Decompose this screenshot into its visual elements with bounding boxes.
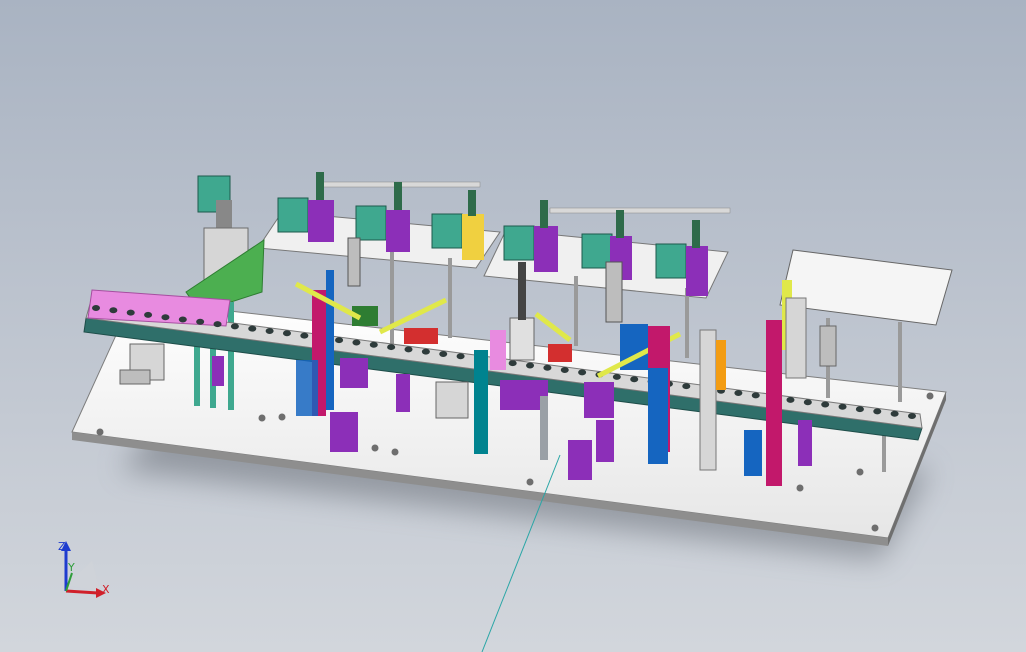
conveyor-roller <box>908 413 916 419</box>
conveyor-roller <box>630 376 639 383</box>
conveyor-roller <box>265 327 274 334</box>
conveyor-roller <box>92 305 100 311</box>
conveyor-roller <box>213 321 222 328</box>
conveyor-roller <box>578 369 587 376</box>
conveyor-roller <box>230 323 239 330</box>
conveyor-roller <box>300 332 309 339</box>
triad-x-label: X <box>102 583 110 596</box>
conveyor-roller <box>560 367 569 374</box>
conveyor-roller <box>352 339 361 346</box>
conveyor-roller <box>612 373 621 380</box>
conveyor-roller <box>248 325 257 332</box>
triad-y-label: Y <box>67 561 75 574</box>
conveyor-roller <box>335 337 344 344</box>
conveyor-roller <box>543 364 552 371</box>
conveyor-roller <box>821 401 830 408</box>
conveyor-roller <box>387 344 396 351</box>
conveyor-roller <box>178 316 187 323</box>
conveyor-roller <box>421 348 430 355</box>
conveyor-roller <box>144 311 153 318</box>
conveyor-roller <box>682 383 691 390</box>
conveyor-roller <box>282 330 291 337</box>
conveyor-roller <box>109 307 118 314</box>
conveyor-roller <box>161 314 170 321</box>
conveyor-roller <box>855 406 864 413</box>
conveyor-roller <box>526 362 535 369</box>
conveyor-roller <box>873 408 882 415</box>
conveyor-roller <box>786 396 795 403</box>
conveyor-roller <box>734 390 743 397</box>
cad-viewport[interactable]: Z Y X <box>0 0 1026 652</box>
conveyor-roller <box>126 309 135 316</box>
conveyor-roller <box>456 353 465 360</box>
conveyor-roller <box>439 350 448 357</box>
view-orientation-triad[interactable]: Z Y X <box>58 540 110 598</box>
conveyor-roller <box>369 341 378 348</box>
conveyor-roller <box>404 346 413 353</box>
conveyor-roller <box>838 403 847 410</box>
conveyor-roller <box>890 410 899 417</box>
conveyor-roller <box>196 318 205 325</box>
conveyor-roller <box>803 399 812 406</box>
conveyor-roller <box>508 360 517 367</box>
conveyor-roller <box>751 392 760 399</box>
triad-z-label: Z <box>58 540 66 553</box>
